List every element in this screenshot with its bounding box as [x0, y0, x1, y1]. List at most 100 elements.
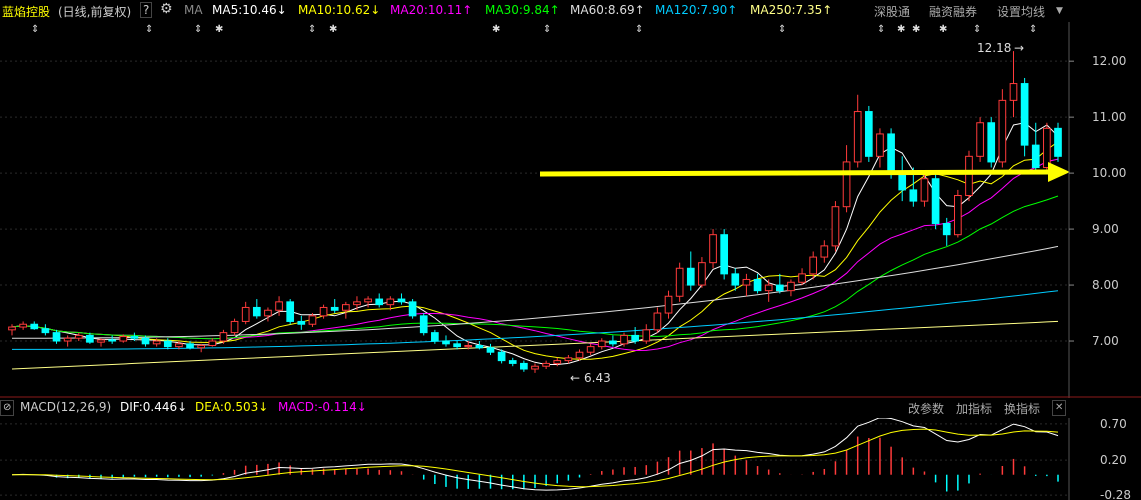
candle-body[interactable] — [1054, 127, 1062, 157]
candle-body[interactable] — [898, 172, 907, 191]
sgt-button[interactable]: 深股通 — [874, 3, 910, 20]
switch-indicator-button[interactable]: 换指标 — [1004, 400, 1040, 417]
candle-body[interactable] — [264, 309, 272, 317]
candle-body[interactable] — [19, 323, 27, 328]
candle-body[interactable] — [631, 334, 639, 342]
candle-body[interactable] — [330, 306, 339, 311]
candle-body[interactable] — [876, 133, 884, 157]
candle-body[interactable] — [408, 301, 417, 317]
candle-body[interactable] — [653, 312, 662, 331]
candle-body[interactable] — [230, 320, 239, 334]
candle-body[interactable] — [219, 332, 228, 342]
candle-body[interactable] — [809, 256, 818, 275]
candle-body[interactable] — [753, 278, 762, 292]
close-icon[interactable]: ✕ — [1052, 400, 1067, 416]
candle-body[interactable] — [842, 161, 851, 208]
candle-body[interactable] — [542, 362, 550, 367]
candle-body[interactable] — [775, 284, 784, 292]
candle-body[interactable] — [620, 334, 628, 345]
candle-body[interactable] — [831, 206, 840, 247]
candle-body[interactable] — [208, 340, 217, 347]
candle-body[interactable] — [97, 339, 105, 343]
candle-body[interactable] — [108, 339, 116, 342]
candle-body[interactable] — [787, 281, 795, 292]
candle-body[interactable] — [820, 245, 829, 258]
candle-body[interactable] — [74, 334, 83, 339]
candle-body[interactable] — [998, 99, 1007, 163]
candle-body[interactable] — [686, 267, 695, 286]
settings-gear-icon[interactable]: ⚙ — [160, 1, 173, 17]
price-chart[interactable]: 12.18 → ← 6.43 12.00 11.00 10.00 9.00 8.00 7.… — [0, 22, 1141, 398]
candle-body[interactable] — [853, 111, 862, 163]
candle-body[interactable] — [86, 334, 94, 343]
candle-body[interactable] — [586, 346, 595, 353]
candle-body[interactable] — [431, 332, 439, 342]
candle-body[interactable] — [308, 315, 317, 325]
candle-body[interactable] — [397, 298, 406, 303]
candle-body[interactable] — [319, 306, 328, 317]
candle-body[interactable] — [508, 360, 517, 364]
candle-body[interactable] — [241, 306, 250, 322]
candle-body[interactable] — [186, 343, 194, 349]
candle-body[interactable] — [1020, 83, 1029, 146]
candle-body[interactable] — [297, 320, 306, 325]
candle-body[interactable] — [642, 329, 651, 342]
candle-body[interactable] — [575, 351, 584, 359]
help-button[interactable]: ? — [140, 2, 153, 18]
candle-body[interactable] — [942, 222, 951, 236]
add-indicator-button[interactable]: 加指标 — [956, 400, 992, 417]
candle-body[interactable] — [497, 351, 506, 362]
candle-body[interactable] — [1009, 83, 1018, 101]
candle-body[interactable] — [764, 284, 773, 292]
candle-body[interactable] — [464, 345, 473, 348]
set-ma-button[interactable]: 设置均线 — [997, 3, 1045, 20]
candle-body[interactable] — [475, 345, 484, 349]
candle-body[interactable] — [520, 362, 528, 370]
candle-body[interactable] — [453, 343, 461, 348]
stock-name[interactable]: 蓝焰控股 — [2, 3, 50, 20]
candle-body[interactable] — [698, 262, 706, 286]
candle-body[interactable] — [130, 336, 139, 339]
candle-body[interactable] — [252, 306, 261, 317]
candle-body[interactable] — [175, 343, 183, 348]
candle-body[interactable] — [41, 328, 50, 334]
candle-body[interactable] — [386, 298, 395, 306]
edit-params-button[interactable]: 改参数 — [908, 400, 944, 417]
candle-body[interactable] — [965, 155, 973, 197]
candle-body[interactable] — [609, 340, 617, 345]
candle-body[interactable] — [954, 195, 962, 236]
candle-body[interactable] — [664, 295, 673, 314]
macd-chart[interactable]: 0.70 0.20 -0.28 — [0, 418, 1141, 500]
candle-body[interactable] — [798, 273, 806, 283]
candle-body[interactable] — [275, 301, 283, 311]
candle-body[interactable] — [375, 298, 384, 306]
candle-body[interactable] — [141, 337, 150, 345]
margin-trading-button[interactable]: 融资融券 — [929, 3, 977, 20]
candle-body[interactable] — [553, 360, 562, 364]
candle-body[interactable] — [197, 345, 206, 349]
candle-body[interactable] — [1043, 127, 1051, 169]
candle-body[interactable] — [286, 301, 295, 322]
candle-body[interactable] — [63, 337, 72, 342]
candle-body[interactable] — [564, 357, 573, 362]
candle-body[interactable] — [531, 365, 539, 370]
candle-body[interactable] — [163, 340, 172, 348]
candle-body[interactable] — [709, 234, 717, 264]
candle-body[interactable] — [720, 234, 729, 275]
candle-body[interactable] — [119, 336, 128, 342]
candle-body[interactable] — [597, 340, 606, 348]
candle-body[interactable] — [353, 301, 361, 306]
candle-body[interactable] — [987, 122, 996, 163]
candle-body[interactable] — [152, 340, 161, 345]
candle-body[interactable] — [731, 273, 740, 286]
dropdown-arrow-icon[interactable]: ▼ — [1056, 6, 1063, 16]
candle-body[interactable] — [8, 326, 16, 331]
candle-body[interactable] — [419, 315, 428, 334]
candle-body[interactable] — [364, 298, 372, 303]
candle-body[interactable] — [442, 340, 450, 345]
candle-body[interactable] — [931, 178, 940, 224]
candle-body[interactable] — [52, 332, 61, 342]
candle-body[interactable] — [341, 304, 350, 311]
collapse-icon[interactable]: ⊘ — [0, 400, 15, 416]
candle-body[interactable] — [486, 347, 495, 353]
